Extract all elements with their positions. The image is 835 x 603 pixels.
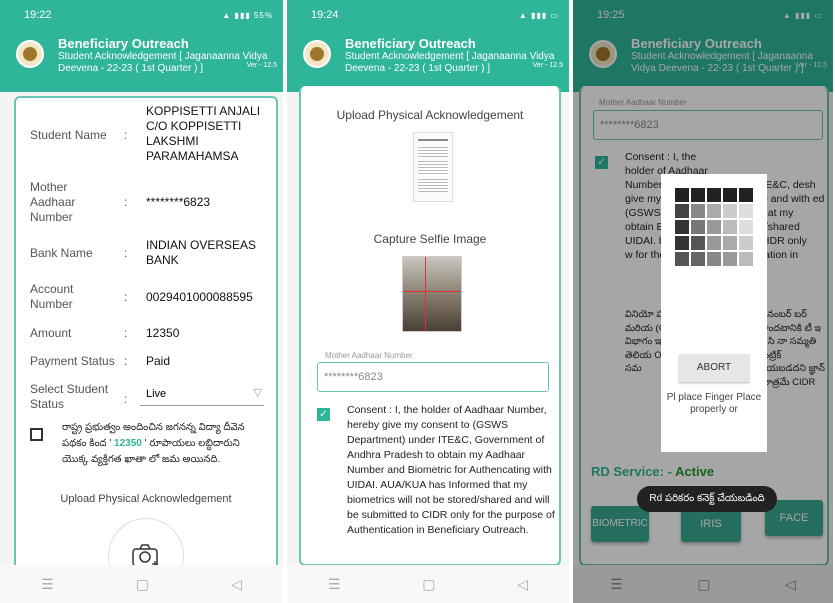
selfie-label: Capture Selfie Image: [373, 232, 487, 246]
student-name-value: KOPPISETTI ANJALI C/O KOPPISETTI LAKSHMI…: [146, 104, 261, 163]
consent-checkbox[interactable]: ✓: [317, 408, 330, 421]
account-number-value: 0029401000088595: [146, 290, 253, 304]
phone-screen-1: 19:22 ▲ ▮▮▮ 55% Beneficiary Outreach Stu…: [0, 0, 285, 603]
student-name-label: Student Name: [30, 128, 107, 142]
menu-nav-icon[interactable]: ☰: [610, 576, 623, 593]
menu-nav-icon[interactable]: ☰: [41, 576, 54, 593]
app-title: Beneficiary Outreach: [58, 36, 189, 51]
status-icons: ▲ ▮▮▮ ▭: [518, 10, 559, 20]
selfie-thumbnail[interactable]: [402, 256, 462, 332]
mother-aadhaar-field[interactable]: ********6823: [317, 362, 549, 392]
payment-status-value: Paid: [146, 354, 171, 368]
student-status-select[interactable]: Live ▽: [140, 386, 264, 406]
acknowledgement-thumbnail[interactable]: [413, 132, 453, 202]
home-nav-icon[interactable]: ▢: [136, 576, 149, 593]
telugu-amount-text: రాష్ట్ర ప్రభుత్వం అందించిన జగనన్న విద్యా…: [62, 422, 245, 465]
consent-text: Consent : I, the holder of Aadhaar Numbe…: [347, 404, 555, 536]
back-nav-icon[interactable]: ◁: [231, 576, 242, 593]
status-time: 19:22: [24, 9, 52, 21]
app-version: Ver - 12.5: [532, 62, 563, 69]
acknowledgement-card: Upload Physical Acknowledgement Capture …: [299, 86, 561, 566]
home-nav-icon[interactable]: ▢: [422, 576, 435, 593]
fingerprint-dialog: ABORT Pl place Finger Place properly or: [661, 174, 767, 452]
chevron-down-icon: ▽: [253, 387, 262, 399]
menu-nav-icon[interactable]: ☰: [328, 576, 341, 593]
ap-emblem-icon: [303, 40, 331, 68]
student-status-selected: Live: [146, 388, 167, 400]
rd-connected-toast: Rd పరికరం కనెక్ట్ చేయబడింది: [637, 486, 777, 512]
bank-name-value: INDIAN OVERSEAS BANK: [146, 238, 257, 267]
place-finger-message: Pl place Finger Place properly or: [666, 392, 762, 415]
mother-aadhaar-label: Mother Aadhaar Number: [30, 180, 76, 224]
fingerprint-quality-icon: [675, 188, 753, 266]
bank-name-label: Bank Name: [30, 246, 93, 260]
app-header: Beneficiary Outreach Student Acknowledge…: [0, 30, 283, 92]
upload-ack-label: Upload Physical Acknowledgement: [60, 493, 232, 505]
android-nav-bar: ☰ ▢ ◁: [0, 565, 283, 603]
abort-button[interactable]: ABORT: [679, 354, 749, 382]
amount-label: Amount: [30, 326, 72, 340]
android-nav-bar: ☰ ▢ ◁: [287, 565, 569, 603]
amount-value: 12350: [146, 326, 180, 340]
phone-screen-2: 19:24 ▲ ▮▮▮ ▭ Beneficiary Outreach Stude…: [287, 0, 571, 603]
upload-ack-label: Upload Physical Acknowledgement: [336, 108, 524, 122]
status-bar: 19:22 ▲ ▮▮▮ 55%: [0, 0, 283, 30]
student-status-label: Select Student Status: [30, 382, 109, 411]
ap-emblem-icon: [16, 40, 44, 68]
home-nav-icon[interactable]: ▢: [697, 576, 710, 593]
app-title: Beneficiary Outreach: [345, 36, 476, 51]
status-battery: ▲ ▮▮▮ 55%: [222, 10, 273, 20]
status-bar: 19:24 ▲ ▮▮▮ ▭: [287, 0, 569, 30]
mother-aadhaar-label: Mother Aadhaar Number: [325, 351, 413, 360]
app-header: Beneficiary Outreach Student Acknowledge…: [287, 30, 569, 92]
beneficiary-details-card: Student Name : KOPPISETTI ANJALI C/O KOP…: [14, 96, 278, 594]
app-version: Ver - 12.5: [246, 62, 277, 69]
back-nav-icon[interactable]: ◁: [785, 576, 796, 593]
mother-aadhaar-value: ********6823: [146, 195, 211, 209]
phone-screen-3: 19:25 ▲ ▮▮▮ ▭ Beneficiary Outreach Stude…: [573, 0, 835, 603]
status-time: 19:24: [311, 9, 339, 21]
payment-status-label: Payment Status: [30, 354, 115, 368]
back-nav-icon[interactable]: ◁: [517, 576, 528, 593]
account-number-label: Account Number: [30, 282, 74, 311]
android-nav-bar: ☰ ▢ ◁: [573, 565, 833, 603]
amount-confirm-checkbox[interactable]: [30, 428, 43, 441]
